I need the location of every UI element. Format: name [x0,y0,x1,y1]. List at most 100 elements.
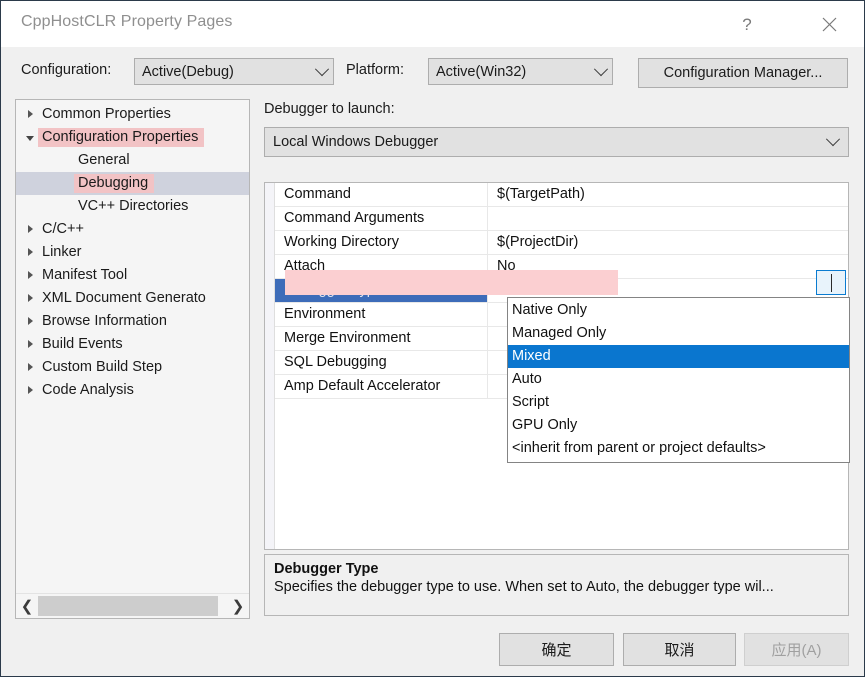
description-title: Debugger Type [274,561,839,577]
dropdown-option[interactable]: Managed Only [508,322,849,345]
help-button[interactable]: ? [724,1,770,47]
tree-expander[interactable] [22,248,38,257]
window-title: CppHostCLR Property Pages [21,13,232,31]
scrollbar-track[interactable] [38,595,227,617]
chevron-right-icon[interactable] [28,110,33,119]
tree-expander[interactable] [22,317,38,326]
property-name: Environment [275,303,488,326]
description-body: Specifies the debugger type to use. When… [274,579,839,595]
property-value[interactable] [488,207,848,230]
tree-item-label: C/C++ [38,220,90,239]
dropdown-option[interactable]: GPU Only [508,414,849,437]
configuration-toolbar: Configuration: Active(Debug) Platform: A… [1,47,864,97]
chevron-down-icon [831,274,832,292]
close-button[interactable] [806,1,852,47]
cancel-button[interactable]: 取消 [623,633,736,666]
apply-button: 应用(A) [744,633,849,666]
tree-item-label: Code Analysis [38,381,140,400]
tree-item-label: Custom Build Step [38,358,168,377]
configuration-select[interactable]: Active(Debug) [134,58,334,85]
tree-item-xml-document-generato[interactable]: XML Document Generato [16,287,249,310]
ok-button[interactable]: 确定 [499,633,614,666]
tree-item-label: Debugging [74,174,154,193]
tree-item-manifest-tool[interactable]: Manifest Tool [16,264,249,287]
dropdown-option[interactable]: Auto [508,368,849,391]
tree-item-configuration-properties[interactable]: Configuration Properties [16,126,249,149]
property-value[interactable]: No [488,255,848,278]
property-name: Command [275,183,488,206]
chevron-left-icon[interactable]: ❮ [16,595,38,617]
chevron-down-icon[interactable] [26,136,34,141]
chevron-right-icon[interactable] [28,340,33,349]
property-value[interactable]: $(ProjectDir) [488,231,848,254]
property-row[interactable]: Working Directory$(ProjectDir) [275,231,848,255]
platform-select[interactable]: Active(Win32) [428,58,613,85]
tree-item-linker[interactable]: Linker [16,241,249,264]
tree-expander[interactable] [22,110,38,119]
tree-item-label: XML Document Generato [38,289,212,308]
properties-tree: Common Properties Configuration Propertie… [16,103,249,402]
dropdown-option[interactable]: Mixed [508,345,849,368]
property-name: Working Directory [275,231,488,254]
tree-item-label: Browse Information [38,312,173,331]
properties-tree-panel: Common Properties Configuration Propertie… [15,99,250,619]
chevron-right-icon[interactable] [28,248,33,257]
property-name: Attach [275,255,488,278]
chevron-right-icon[interactable] [28,294,33,303]
tree-expander[interactable] [22,294,38,303]
property-row[interactable]: Command$(TargetPath) [275,183,848,207]
chevron-down-icon [311,67,333,77]
configuration-value: Active(Debug) [135,64,311,80]
dropdown-option[interactable]: Script [508,391,849,414]
debugger-to-launch-label: Debugger to launch: [264,101,395,117]
tree-expander[interactable] [22,340,38,349]
chevron-right-icon[interactable] [28,225,33,234]
property-name: SQL Debugging [275,351,488,374]
dropdown-option[interactable]: Native Only [508,299,849,322]
tree-item-vc-directories[interactable]: VC++ Directories [16,195,249,218]
property-value[interactable]: $(TargetPath) [488,183,848,206]
description-panel: Debugger Type Specifies the debugger typ… [264,554,849,616]
configuration-manager-button[interactable]: Configuration Manager... [638,58,848,88]
tree-expander[interactable] [22,271,38,280]
debugger-type-dropdown-list[interactable]: Native OnlyManaged OnlyMixedAutoScriptGP… [507,297,850,463]
tree-item-c-c[interactable]: C/C++ [16,218,249,241]
platform-label: Platform: [346,62,404,78]
configuration-label: Configuration: [21,62,111,78]
property-row[interactable]: Command Arguments [275,207,848,231]
tree-item-browse-information[interactable]: Browse Information [16,310,249,333]
chevron-right-icon[interactable] [28,386,33,395]
scrollbar-thumb[interactable] [38,596,218,616]
tree-item-build-events[interactable]: Build Events [16,333,249,356]
tree-item-code-analysis[interactable]: Code Analysis [16,379,249,402]
debugger-to-launch-select[interactable]: Local Windows Debugger [264,127,849,157]
tree-item-label: General [74,151,136,170]
chevron-right-icon[interactable] [28,317,33,326]
tree-item-general[interactable]: General [16,149,249,172]
tree-horizontal-scrollbar[interactable]: ❮ ❯ [16,593,249,618]
tree-expander[interactable] [22,135,38,140]
chevron-down-icon [590,67,612,77]
property-name: Debugger Type [275,279,488,302]
debugger-to-launch-value: Local Windows Debugger [265,134,818,150]
property-name: Amp Default Accelerator [275,375,488,398]
tree-item-label: Linker [38,243,88,262]
tree-item-label: VC++ Directories [74,197,194,216]
chevron-right-icon[interactable] [28,271,33,280]
tree-item-label: Manifest Tool [38,266,133,285]
chevron-right-icon[interactable] [28,363,33,372]
tree-item-custom-build-step[interactable]: Custom Build Step [16,356,249,379]
question-mark-icon: ? [742,16,751,33]
tree-item-debugging[interactable]: Debugging [16,172,249,195]
property-pages-dialog: CppHostCLR Property Pages ? Configuratio… [0,0,865,677]
tree-item-common-properties[interactable]: Common Properties [16,103,249,126]
dropdown-option[interactable]: <inherit from parent or project defaults… [508,437,849,460]
chevron-right-icon[interactable]: ❯ [227,595,249,617]
property-grid-gutter [265,183,275,549]
tree-expander[interactable] [22,225,38,234]
tree-expander[interactable] [22,363,38,372]
tree-item-label: Configuration Properties [38,128,204,147]
debugger-type-dropdown-button[interactable] [816,270,846,295]
property-row[interactable]: AttachNo [275,255,848,279]
tree-expander[interactable] [22,386,38,395]
